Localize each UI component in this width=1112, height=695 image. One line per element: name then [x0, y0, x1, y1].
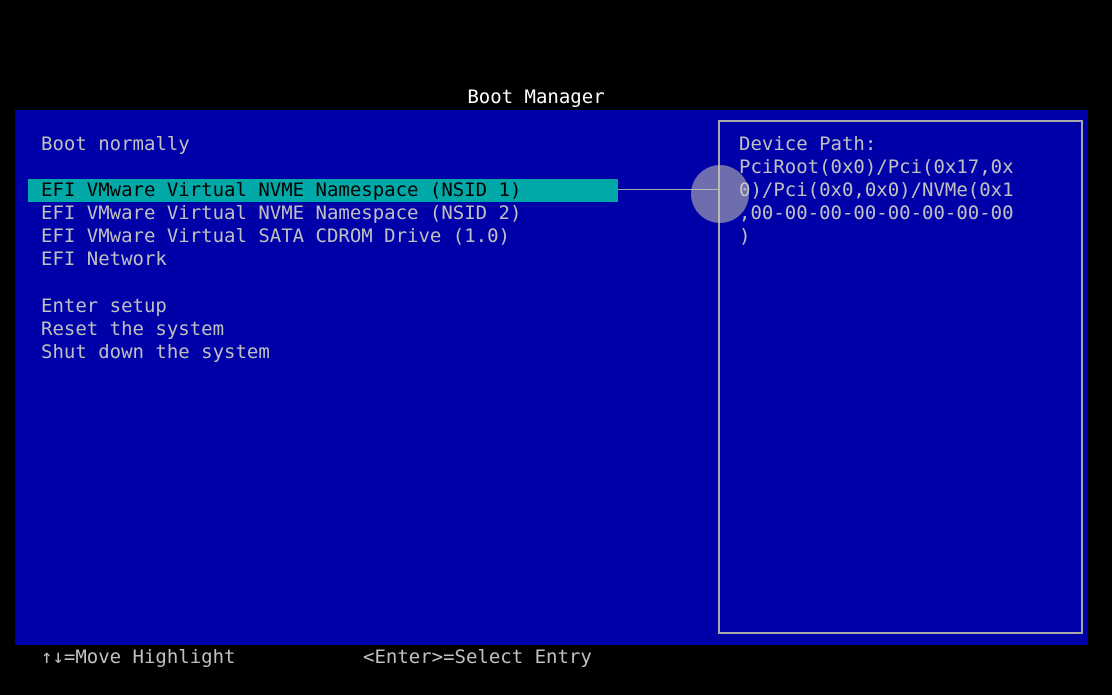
help-panel: Device Path: PciRoot(0x0)/Pci(0x17,0x 0)…	[718, 120, 1083, 634]
page-title: Boot Manager	[467, 86, 605, 108]
footer-move-hint: ↑↓=Move Highlight	[41, 646, 236, 668]
menu-item-enter-setup[interactable]: Enter setup	[41, 295, 167, 318]
device-path-line: 0)/Pci(0x0,0x0)/NVMe(0x1	[739, 179, 1014, 201]
device-path-line: )	[739, 225, 751, 247]
menu-item-shut-down-system[interactable]: Shut down the system	[41, 341, 270, 364]
help-title: Device Path:	[739, 133, 877, 155]
menu-item-boot-normally[interactable]: Boot normally	[41, 133, 190, 156]
device-path-line: ,00-00-00-00-00-00-00-00	[739, 202, 1014, 224]
footer-select-hint: <Enter>=Select Entry	[363, 646, 592, 668]
menu-item-sata-cdrom[interactable]: EFI VMware Virtual SATA CDROM Drive (1.0…	[41, 225, 510, 248]
menu-item-nvme-nsid-1[interactable]: EFI VMware Virtual NVME Namespace (NSID …	[28, 179, 618, 202]
menu-item-efi-network[interactable]: EFI Network	[41, 248, 167, 271]
device-path-line: PciRoot(0x0)/Pci(0x17,0x	[739, 156, 1014, 178]
boot-menu: Boot normally EFI VMware Virtual NVME Na…	[15, 110, 715, 645]
menu-item-nvme-nsid-2[interactable]: EFI VMware Virtual NVME Namespace (NSID …	[41, 202, 521, 225]
boot-manager-panel: Boot normally EFI VMware Virtual NVME Na…	[15, 110, 1088, 645]
menu-item-reset-system[interactable]: Reset the system	[41, 318, 224, 341]
cursor-indicator	[691, 165, 749, 223]
